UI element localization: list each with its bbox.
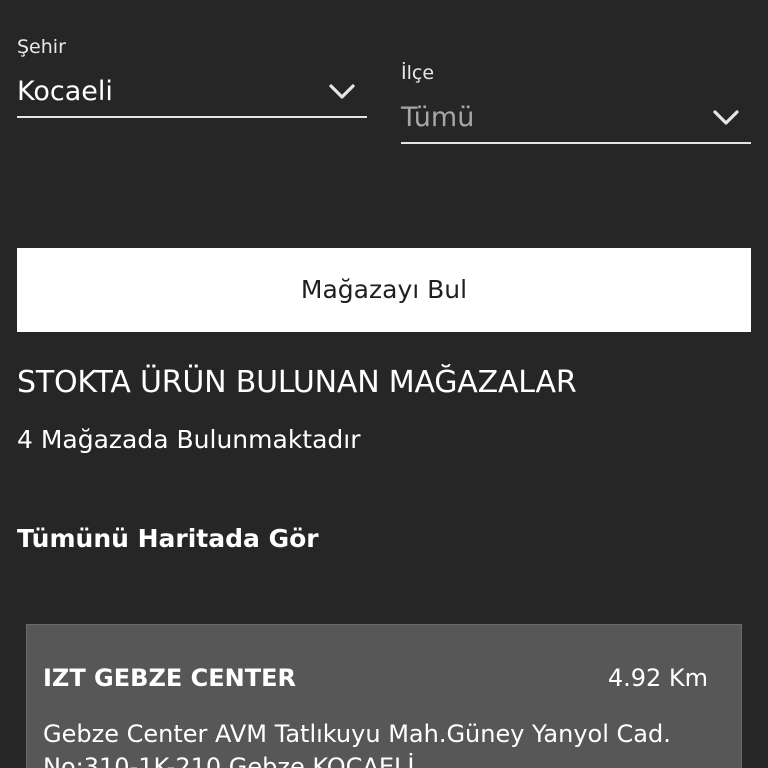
store-card[interactable]: IZT GEBZE CENTER 4.92 Km Gebze Center AV… xyxy=(26,624,742,768)
district-select[interactable]: Tümü xyxy=(401,86,751,144)
store-name: IZT GEBZE CENTER xyxy=(43,664,296,692)
district-field: İlçe Tümü xyxy=(401,60,751,144)
chevron-down-icon xyxy=(329,84,355,99)
chevron-down-icon xyxy=(713,110,739,125)
results-title: STOKTA ÜRÜN BULUNAN MAĞAZALAR xyxy=(17,365,577,400)
district-label: İlçe xyxy=(401,62,435,84)
find-store-button[interactable]: Mağazayı Bul xyxy=(17,248,751,332)
district-select-value: Tümü xyxy=(401,102,475,133)
view-all-on-map-link[interactable]: Tümünü Haritada Gör xyxy=(17,521,319,557)
city-select-value: Kocaeli xyxy=(17,76,113,107)
store-distance: 4.92 Km xyxy=(607,664,708,692)
city-field: Şehir Kocaeli xyxy=(17,34,367,118)
city-label: Şehir xyxy=(17,36,66,58)
store-count-text: 4 Mağazada Bulunmaktadır xyxy=(17,425,361,454)
store-address: Gebze Center AVM Tatlıkuyu Mah.Güney Yan… xyxy=(43,720,671,768)
store-finder-page: Şehir Kocaeli İlçe Tümü Mağazayı Bul STO… xyxy=(0,0,768,768)
city-select[interactable]: Kocaeli xyxy=(17,60,367,118)
